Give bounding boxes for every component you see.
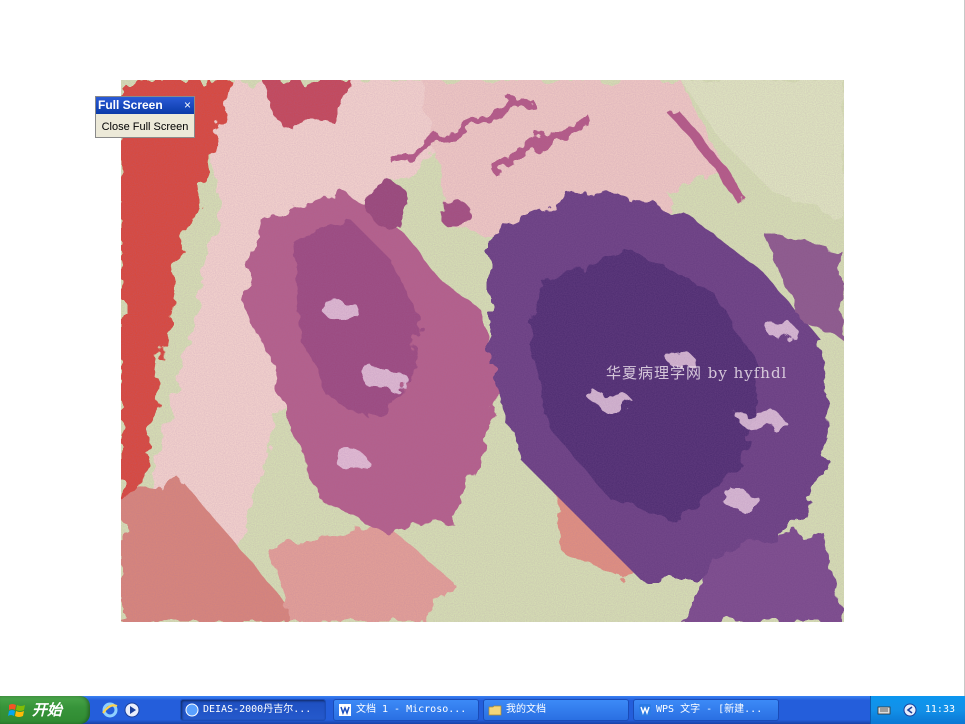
histology-photo bbox=[121, 80, 844, 622]
start-label: 开始 bbox=[32, 701, 63, 719]
fullscreen-title-text: Full Screen bbox=[98, 98, 163, 112]
task-word[interactable]: 文档 1 - Microso... bbox=[333, 699, 479, 721]
close-icon[interactable]: × bbox=[184, 97, 191, 114]
fullscreen-toolbar-title: Full Screen × bbox=[96, 97, 194, 114]
close-full-screen-button[interactable]: Close Full Screen bbox=[100, 117, 190, 135]
task-label: 文档 1 - Microso... bbox=[356, 704, 467, 715]
image-watermark: 华夏病理学网 by hyfhdl bbox=[606, 364, 788, 382]
taskbar: 开始 DEIAS-2000丹吉尔... 文档 1 - Microso... 我的… bbox=[0, 696, 965, 724]
task-label: 我的文档 bbox=[506, 704, 546, 715]
task-label: DEIAS-2000丹吉尔... bbox=[203, 704, 312, 715]
app-icon bbox=[185, 703, 199, 717]
wps-icon bbox=[639, 704, 651, 716]
media-player-icon[interactable] bbox=[123, 701, 141, 719]
start-button[interactable]: 开始 bbox=[0, 696, 90, 724]
fullscreen-toolbar: Full Screen × Close Full Screen bbox=[95, 96, 195, 138]
windows-flag-icon bbox=[8, 704, 25, 717]
system-tray: 11:33 bbox=[870, 696, 965, 724]
microscope-image: 华夏病理学网 by hyfhdl bbox=[121, 80, 844, 622]
task-deias[interactable]: DEIAS-2000丹吉尔... bbox=[180, 699, 326, 721]
folder-icon bbox=[488, 705, 502, 716]
ie-icon[interactable] bbox=[101, 701, 119, 719]
task-my-documents[interactable]: 我的文档 bbox=[483, 699, 629, 721]
clock: 11:33 bbox=[924, 704, 955, 715]
word-icon bbox=[339, 704, 351, 716]
network-icon[interactable] bbox=[903, 703, 917, 717]
desktop-screen: 华夏病理学网 by hyfhdl Full Screen × Close Ful… bbox=[0, 0, 965, 696]
task-label: WPS 文字 - [新建... bbox=[656, 704, 763, 715]
keyboard-icon[interactable] bbox=[877, 703, 891, 717]
task-wps[interactable]: WPS 文字 - [新建... bbox=[633, 699, 779, 721]
